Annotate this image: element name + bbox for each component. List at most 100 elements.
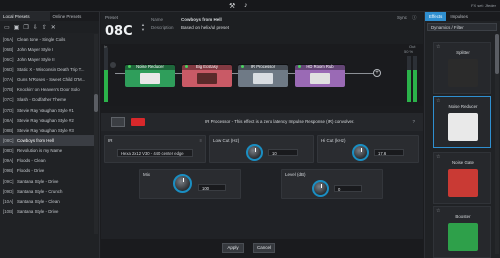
effect-card-booster[interactable]: ☆ Booster [433, 206, 491, 258]
fx-block-hd-room-rub[interactable]: HD Room Rub [295, 64, 345, 87]
fx-block-ir-processor[interactable]: IR Processor [238, 64, 288, 87]
info-icon[interactable]: ⓘ [412, 15, 417, 21]
preset-name-cell: Static X - Wisconsin Death Trip T... [17, 66, 85, 72]
ir-panel: IR ≡ Hexa 2x12 V30 - 440 center edge [104, 135, 206, 163]
mix-knob[interactable] [173, 174, 192, 193]
wand-icon[interactable]: ⚒ [229, 2, 235, 10]
low-cut-value[interactable]: 10 [268, 149, 298, 156]
preset-list-item[interactable]: [06A] Clean tone - Single Coils [0, 34, 94, 44]
hi-cut-knob[interactable] [352, 144, 369, 161]
effects-scrollbar[interactable] [495, 34, 499, 254]
preset-toolbar: ▭ ▣ ❐ ⇩ ⇧ ✕ [0, 21, 99, 33]
menu-icon[interactable]: ≡ [200, 138, 202, 143]
preset-number-cell: [07A] [3, 77, 14, 83]
low-cut-label: Low Cut (Hz) [213, 138, 240, 143]
add-effect-plus-icon[interactable]: + [373, 69, 381, 77]
fx-block-noise-reducer[interactable]: Noise Reducer [125, 64, 175, 87]
preset-list-item[interactable]: [08D] Revolution is my Name [0, 146, 94, 156]
preset-name-cell: Santana Style - Drive [17, 178, 59, 184]
preset-number-cell: [06B] [3, 46, 14, 52]
fx-block-big-ecstasy[interactable]: Big Ecstasy [182, 64, 232, 87]
import-icon[interactable]: ⇩ [33, 24, 38, 31]
preset-list-item[interactable]: [07B] Knockin' on Heaven's Door Solo [0, 85, 94, 95]
preset-list: [06A] Clean tone - Single Coils [06B] John … [0, 34, 94, 217]
preset-name-cell: Knockin' on Heaven's Door Solo [17, 87, 80, 93]
preset-list-item[interactable]: [09B] Floods - Drive [0, 166, 94, 176]
preset-list-item[interactable]: [09D] Santana Style - Crunch [0, 186, 94, 196]
preset-list-item[interactable]: [08B] Stevie Ray Vaughan Style #3 [0, 125, 94, 135]
effect-power-toggle[interactable] [131, 118, 145, 126]
copy-icon[interactable]: ❐ [23, 24, 28, 31]
effect-card-noise-gate[interactable]: ☆ Noise Gate [433, 152, 491, 204]
hi-cut-label: Hi Cut (kHz) [321, 138, 346, 143]
noise-reducer-pedal-icon [140, 73, 160, 84]
preset-list-item[interactable]: [07D] Stevie Ray Vaughan Style #1 [0, 105, 94, 115]
preset-number-cell: [08C] [3, 137, 14, 143]
delete-icon[interactable]: ✕ [51, 24, 56, 31]
output-meter-left [407, 56, 411, 102]
tab-online-presets[interactable]: Online Presets [50, 12, 100, 21]
preset-number: 08C [105, 24, 133, 39]
mix-value[interactable]: 100 [198, 184, 226, 191]
preset-header: Preset 08C ▲ ▼ Name Cowboys from Hell Des… [101, 12, 423, 44]
tab-local-presets[interactable]: Local Presets [0, 12, 50, 21]
preset-number-cell: [09D] [3, 188, 14, 194]
preset-list-item[interactable]: [10A] Santana Style - Clean [0, 196, 94, 206]
preset-list-item[interactable]: [10B] Santana Style - Drive [0, 206, 94, 216]
preset-number-cell: [06D] [3, 66, 14, 72]
preset-name[interactable]: Cowboys from Hell [181, 17, 222, 22]
input-knob[interactable] [110, 62, 116, 68]
fx-set-label: FX set: Jfeder [471, 3, 496, 8]
save-icon[interactable]: ▣ [14, 24, 20, 31]
preset-list-item[interactable]: [06C] John Mayer Style II [0, 54, 94, 64]
preset-description[interactable]: Based on helix/ul preset [181, 25, 229, 30]
preset-list-item[interactable]: [06B] John Mayer Style I [0, 44, 94, 54]
preset-name-cell: Floods - Clean [17, 158, 46, 164]
preset-name-cell: John Mayer Style II [17, 56, 55, 62]
preset-number-cell: [08D] [3, 148, 14, 154]
fx-block-title: HD Room Rub [295, 64, 345, 70]
level-knob[interactable] [312, 180, 329, 197]
preset-name-cell: John Mayer Style I [17, 46, 54, 52]
cancel-button[interactable]: Cancel [253, 243, 275, 253]
preset-arrows[interactable]: ▲ ▼ [141, 22, 146, 32]
preset-name-cell: Clean tone - Single Coils [17, 36, 66, 42]
preset-name-cell: Cowboys from Hell [17, 137, 54, 143]
hi-cut-value[interactable]: 17.6 [374, 149, 404, 156]
ir-label: IR [108, 138, 113, 143]
tab-impulses[interactable]: Impulses [446, 12, 472, 21]
output-meter-right [413, 56, 417, 102]
preset-list-item[interactable]: [07C] Slash - Godfather Theme [0, 95, 94, 105]
effect-card-splitter[interactable]: ☆ Splitter [433, 42, 491, 94]
preset-number-cell: [09A] [3, 158, 14, 164]
sync-label[interactable]: Sync [397, 15, 407, 20]
effect-category-dropdown[interactable]: Dynamics / Filter [427, 23, 497, 31]
preset-name-cell: Santana Style - Drive [17, 208, 59, 214]
folder-icon[interactable]: ▭ [4, 24, 10, 31]
export-icon[interactable]: ⇧ [42, 24, 47, 31]
help-icon[interactable]: ? [412, 119, 415, 124]
scrollbar-thumb[interactable] [94, 94, 98, 112]
tab-effects[interactable]: Effects [425, 12, 447, 21]
preset-list-item[interactable]: [09C] Santana Style - Drive [0, 176, 94, 186]
preset-name-cell: Guns N'Roses - Sweet Child O'M... [17, 77, 86, 83]
preset-list-item[interactable]: [06D] Static X - Wisconsin Death Trip T..… [0, 64, 94, 74]
preset-list-item[interactable]: [07A] Guns N'Roses - Sweet Child O'M... [0, 75, 94, 85]
low-cut-knob[interactable] [246, 144, 263, 161]
ir-dropdown[interactable]: Hexa 2x12 V30 - 440 center edge [117, 149, 193, 157]
preset-label: Preset [105, 15, 119, 20]
level-value[interactable]: 0 [334, 185, 362, 192]
effect-card-noise-reducer[interactable]: ☆ Noise Reducer [433, 96, 491, 148]
preset-number-cell: [09C] [3, 178, 14, 184]
preset-list-item[interactable]: [09A] Floods - Clean [0, 156, 94, 166]
preset-scrollbar[interactable] [94, 34, 98, 234]
preset-number-cell: [07B] [3, 87, 14, 93]
scrollbar-thumb[interactable] [495, 34, 499, 74]
preset-name-cell: Stevie Ray Vaughan Style #1 [17, 107, 74, 113]
preset-list-item[interactable]: [08A] Stevie Ray Vaughan Style #2 [0, 115, 94, 125]
preset-name-cell: Floods - Drive [17, 168, 45, 174]
preset-list-item[interactable]: [08C] Cowboys from Hell [0, 135, 94, 146]
tuner-icon[interactable]: ♪ [244, 2, 248, 9]
fx-block-title: IR Processor [238, 64, 288, 70]
apply-button[interactable]: Apply [222, 243, 244, 253]
